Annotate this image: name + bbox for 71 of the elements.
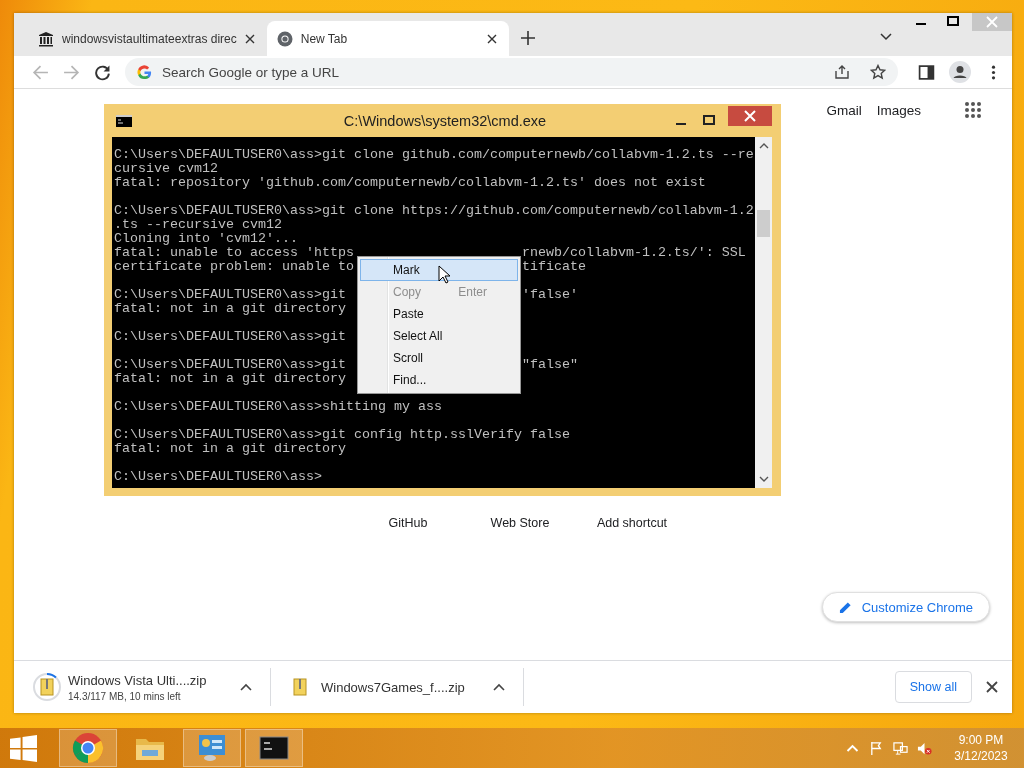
download-name[interactable]: Windows Vista Ulti....zip <box>68 672 234 688</box>
scroll-up-icon[interactable] <box>758 142 769 150</box>
avatar-icon[interactable] <box>949 61 971 83</box>
browser-tab[interactable]: New Tab <box>266 21 509 56</box>
console-line: C:\Users\DEFAULTUSER0\ass>git <box>114 329 346 344</box>
caret-up-icon[interactable] <box>493 683 505 691</box>
console-line: fatal: repository 'github.com/computernewb/collabvm-1.2.ts' does not exist <box>114 175 706 190</box>
new-tab-icon[interactable] <box>520 31 535 45</box>
console-line: C:\Users\DEFAULTUSER0\ass>shitting my ass <box>114 399 442 414</box>
scroll-down-icon[interactable] <box>758 475 769 483</box>
control-panel-icon <box>196 732 228 764</box>
console-line: tificate <box>521 260 586 274</box>
close-icon[interactable] <box>986 681 998 693</box>
console-line: Cloning into 'cvm12'... <box>114 231 298 246</box>
console-line: "false" <box>521 358 578 372</box>
console-line: 'false' <box>521 288 578 302</box>
pencil-icon <box>838 600 852 614</box>
console-line: rnewb/collabvm-1.2.ts/': SSL <box>521 246 746 260</box>
scrollbar-thumb[interactable] <box>757 210 770 237</box>
menu-item[interactable]: Mark <box>360 259 518 281</box>
console-line: C:\Users\DEFAULTUSER0\ass>git config http.sslVerify false <box>114 427 570 442</box>
download-name[interactable]: Windows7Games_f....zip <box>321 679 487 695</box>
console-line: C:\Users\DEFAULTUSER0\ass>git clone github.com/computernewb/collabvm-1.2.ts --re <box>114 147 754 162</box>
chevron-down-icon[interactable] <box>880 33 892 41</box>
flag-icon[interactable] <box>869 740 884 756</box>
google-icon <box>137 64 152 80</box>
console-line: C:\Users\DEFAULTUSER0\ass>git <box>114 287 346 302</box>
muted-speaker-icon[interactable] <box>917 740 932 756</box>
menu-item[interactable]: Find... <box>360 369 518 391</box>
address-field[interactable]: Search Google or type a URL <box>160 63 814 81</box>
star-icon[interactable] <box>870 64 886 80</box>
taskbar-button[interactable] <box>245 729 303 767</box>
close-icon[interactable] <box>486 33 497 44</box>
console-line: fatal: not in a git directory <box>114 371 346 386</box>
side-panel-icon[interactable] <box>918 63 935 81</box>
caret-up-icon[interactable] <box>240 683 252 691</box>
menu-item[interactable]: Paste <box>360 303 518 325</box>
shortcut-label[interactable]: Add shortcut <box>576 516 688 530</box>
reload-icon[interactable] <box>94 63 111 81</box>
console-line: C:\Users\DEFAULTUSER0\ass>git clone https://github.com/computernewb/collabvm-1.2 <box>114 203 754 218</box>
share-icon[interactable] <box>834 64 850 80</box>
address-bar[interactable]: Search Google or type a URL <box>125 58 898 86</box>
console-icon <box>116 114 132 127</box>
apps-grid-icon[interactable] <box>964 101 982 119</box>
console-line: C:\Users\DEFAULTUSER0\ass> <box>114 469 322 484</box>
console-line: fatal: not in a git directory <box>114 441 346 456</box>
window-title: C:\Windows\system32\cmd.exe <box>342 112 548 129</box>
menu-item[interactable]: Select All <box>360 325 518 347</box>
building-icon <box>38 30 54 47</box>
console-line: fatal: not in a git directory <box>114 301 346 316</box>
shortcut-label[interactable]: GitHub <box>352 516 464 530</box>
windows-logo-icon[interactable] <box>10 734 37 762</box>
cursor-icon <box>438 265 450 284</box>
chrome-icon <box>276 30 293 47</box>
console-line: .ts --recursive cvm12 <box>114 217 282 232</box>
show-all-button[interactable]: Show all <box>894 671 972 703</box>
download-status: 14.3/117 MB, 10 mins left <box>68 690 182 702</box>
shortcut-label[interactable]: Web Store <box>464 516 576 530</box>
console-line: C:\Users\DEFAULTUSER0\ass>git <box>114 357 346 372</box>
console-line: fatal: unable to access 'https <box>114 245 354 260</box>
header-link[interactable]: Images <box>876 102 921 118</box>
close-icon[interactable] <box>244 33 255 44</box>
chrome-icon <box>72 732 104 764</box>
header-link[interactable]: Gmail <box>826 102 862 118</box>
network-icon[interactable] <box>893 740 908 756</box>
customize-button[interactable]: Customize Chrome <box>821 592 990 622</box>
browser-tab[interactable]: windowsvistaultimateextras direc <box>28 21 267 56</box>
menu-item[interactable]: Scroll <box>360 347 518 369</box>
console-line: cursive cvm12 <box>114 161 218 176</box>
zip-file-icon <box>32 672 62 702</box>
console-line: certificate problem: unable to <box>114 259 354 274</box>
